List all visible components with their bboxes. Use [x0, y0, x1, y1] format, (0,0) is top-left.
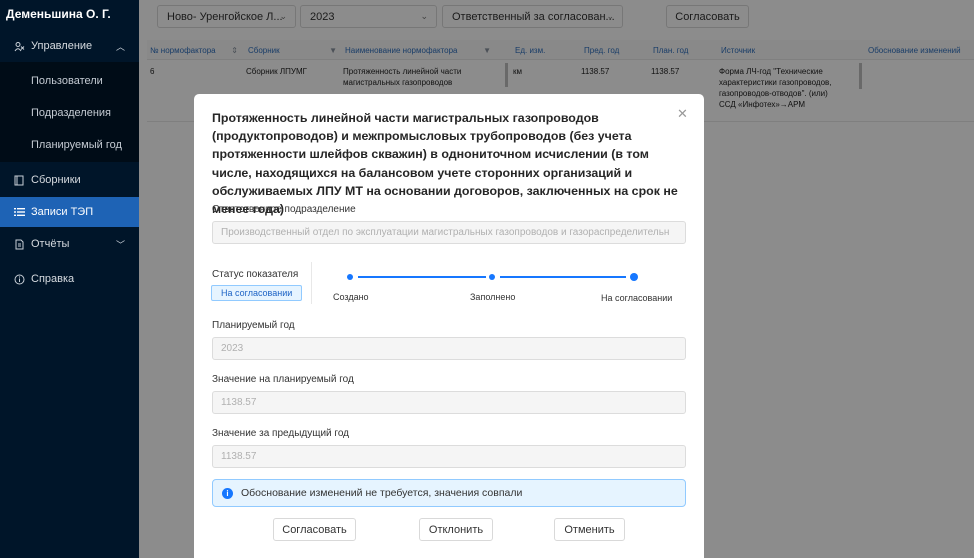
status-badge: На согласовании: [211, 285, 303, 301]
step-label-created: Создано: [333, 292, 369, 302]
sidebar: Деменьшина О. Г. Управление ︿ Пользовате…: [0, 0, 139, 558]
step-dot-approval: [630, 273, 638, 281]
sidebar-item-label: Управление: [31, 40, 93, 52]
approval-modal: ✕ Протяженность линейной части магистрал…: [194, 94, 704, 558]
modal-title: Протяженность линейной части магистральн…: [212, 111, 678, 217]
step-label-approval: На согласовании: [601, 293, 673, 303]
plan-value-label: Значение на планируемый год: [212, 374, 354, 385]
sidebar-item-label: Справка: [31, 273, 75, 285]
sidebar-item-label: Записи ТЭП: [31, 206, 94, 218]
step-label-filled: Заполнено: [470, 292, 516, 302]
step-connector: [500, 276, 626, 278]
sidebar-item-help[interactable]: Справка: [0, 264, 139, 294]
book-icon: [13, 174, 25, 186]
sidebar-item-departments[interactable]: Подразделения: [0, 98, 139, 128]
prev-value-label: Значение за предыдущий год: [212, 428, 350, 439]
info-icon: i: [222, 487, 233, 499]
chevron-up-icon: ︿: [115, 41, 125, 52]
sidebar-item-management[interactable]: Управление ︿: [0, 31, 139, 61]
file-icon: [13, 238, 25, 250]
plan-year-field[interactable]: 2023: [212, 337, 686, 360]
step-dot-filled: [489, 274, 495, 280]
plan-year-label: Планируемый год: [212, 320, 295, 331]
sidebar-item-planned-year[interactable]: Планируемый год: [0, 130, 139, 160]
prev-value-field[interactable]: 1138.57: [212, 445, 686, 468]
sidebar-item-label: Отчёты: [31, 238, 70, 250]
sidebar-item-collections[interactable]: Сборники: [0, 165, 139, 195]
info-icon: [13, 273, 25, 285]
sidebar-item-tep-records[interactable]: Записи ТЭП: [0, 197, 139, 227]
department-label: Ответственное подразделение: [212, 204, 356, 215]
plan-value-field[interactable]: 1138.57: [212, 391, 686, 414]
status-label: Статус показателя: [212, 269, 299, 280]
step-connector: [358, 276, 486, 278]
sidebar-item-users[interactable]: Пользователи: [0, 66, 139, 96]
info-text: Обоснование изменений не требуется, знач…: [241, 487, 523, 499]
sidebar-item-label: Сборники: [31, 174, 81, 186]
department-field[interactable]: Производственный отдел по эксплуатации м…: [212, 221, 686, 244]
reject-button[interactable]: Отклонить: [419, 518, 493, 541]
cancel-button[interactable]: Отменить: [554, 518, 625, 541]
info-alert: i Обоснование изменений не требуется, зн…: [212, 479, 686, 507]
step-dot-created: [347, 274, 353, 280]
list-icon: [13, 206, 25, 218]
sidebar-item-reports[interactable]: Отчёты ﹀: [0, 229, 139, 259]
users-icon: [13, 40, 25, 52]
chevron-down-icon: ﹀: [115, 239, 125, 250]
user-name: Деменьшина О. Г.: [6, 7, 111, 21]
approve-button[interactable]: Согласовать: [273, 518, 356, 541]
divider: [311, 262, 312, 304]
